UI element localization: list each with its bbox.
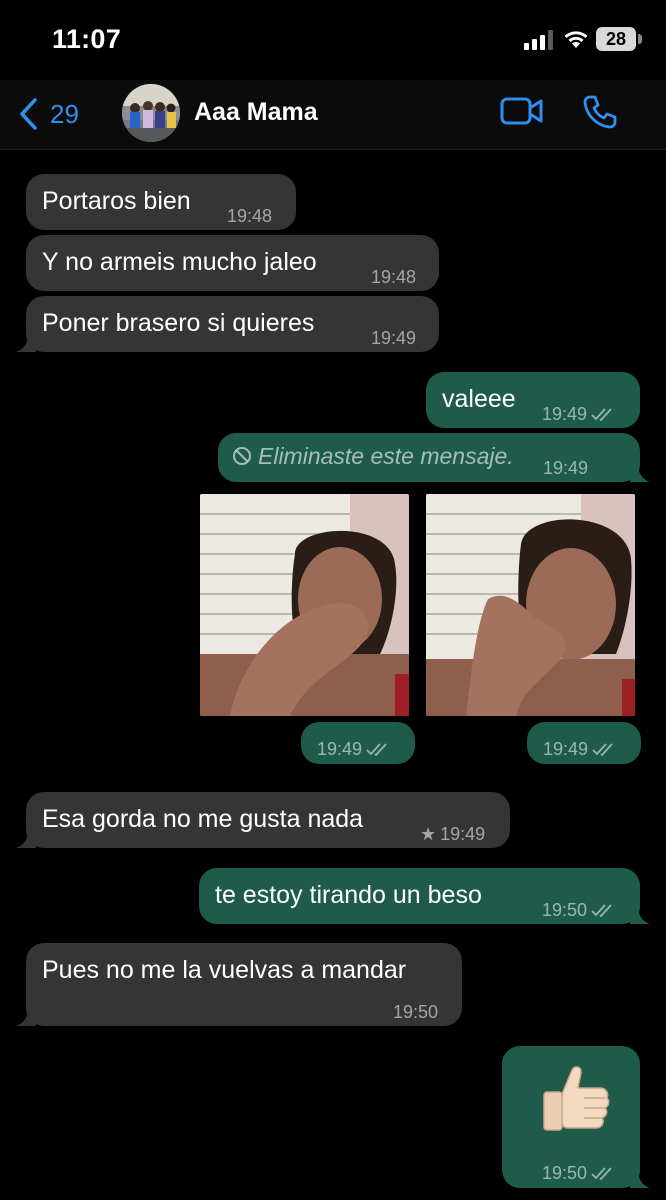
message-status: 19:49 bbox=[317, 734, 392, 764]
cell-signal-icon bbox=[524, 30, 553, 50]
video-call-button[interactable] bbox=[500, 96, 544, 131]
double-check-icon bbox=[592, 743, 613, 756]
thumbs-up-icon bbox=[543, 1066, 610, 1131]
unread-count: 29 bbox=[50, 98, 79, 129]
incoming-message[interactable]: Pues no me la vuelvas a mandar 19:50 bbox=[26, 943, 462, 1026]
contact-avatar[interactable] bbox=[122, 84, 180, 142]
message-text: Y no armeis mucho jaleo bbox=[42, 248, 317, 276]
chevron-left-icon bbox=[20, 98, 37, 130]
back-button[interactable]: 29 bbox=[18, 92, 79, 136]
message-time: 19:50 bbox=[542, 1163, 588, 1183]
message-status: ★ 19:49 bbox=[420, 819, 485, 849]
message-status: 19:50 bbox=[542, 1158, 617, 1188]
outgoing-message[interactable]: te estoy tirando un beso 19:50 bbox=[199, 868, 640, 924]
phone-icon bbox=[583, 95, 617, 129]
incoming-message[interactable]: Y no armeis mucho jaleo 19:48 bbox=[26, 235, 439, 291]
chat-header: 29 Aaa Mama bbox=[0, 80, 666, 150]
message-time: 19:49 bbox=[317, 739, 363, 759]
message-time: 19:48 bbox=[227, 206, 273, 226]
message-time: 19:49 bbox=[543, 739, 589, 759]
double-check-icon bbox=[366, 743, 387, 756]
message-time: 19:49 bbox=[440, 824, 486, 844]
wifi-icon bbox=[564, 31, 588, 48]
double-check-icon bbox=[591, 1167, 612, 1180]
double-check-icon bbox=[591, 408, 612, 421]
message-status: 19:49 bbox=[543, 734, 618, 764]
deleted-message-text: Eliminaste este mensaje. bbox=[232, 441, 514, 471]
voice-call-button[interactable] bbox=[582, 94, 618, 135]
status-time: 11:07 bbox=[52, 24, 122, 54]
message-time: 19:48 bbox=[371, 267, 417, 287]
incoming-message[interactable]: Portaros bien 19:48 bbox=[26, 174, 296, 230]
photo-image bbox=[200, 494, 409, 716]
incoming-message[interactable]: Esa gorda no me gusta nada ★ 19:49 bbox=[26, 792, 510, 848]
message-time: 19:49 bbox=[371, 328, 417, 348]
photo-time-bubble: 19:49 bbox=[301, 722, 415, 764]
message-text: Poner brasero si quieres bbox=[42, 309, 315, 337]
photo-message[interactable] bbox=[426, 494, 635, 716]
photo-message[interactable] bbox=[200, 494, 409, 716]
message-text: valeee bbox=[442, 385, 516, 413]
message-time: 19:50 bbox=[393, 1002, 439, 1022]
battery-tip bbox=[638, 34, 642, 44]
star-icon: ★ bbox=[420, 824, 437, 844]
message-status: 19:50 bbox=[542, 895, 617, 925]
double-check-icon bbox=[591, 904, 612, 917]
message-time: 19:49 bbox=[543, 458, 589, 478]
avatar-image bbox=[122, 84, 180, 142]
contact-name[interactable]: Aaa Mama bbox=[194, 98, 318, 127]
message-text: Eliminaste este mensaje. bbox=[258, 443, 514, 469]
photo-time-bubble: 19:49 bbox=[527, 722, 641, 764]
message-text: te estoy tirando un beso bbox=[215, 881, 482, 909]
photo-image bbox=[426, 494, 635, 716]
emoji-message[interactable]: 19:50 bbox=[502, 1046, 640, 1188]
video-camera-icon bbox=[500, 97, 543, 125]
incoming-message[interactable]: Poner brasero si quieres 19:49 bbox=[26, 296, 439, 352]
message-status: 19:49 bbox=[542, 399, 617, 429]
deleted-message[interactable]: Eliminaste este mensaje. 19:49 bbox=[218, 433, 640, 482]
message-time: 19:50 bbox=[542, 900, 588, 920]
status-bar: 11:07 28 bbox=[0, 0, 666, 80]
battery-indicator: 28 bbox=[596, 27, 636, 51]
message-time: 19:49 bbox=[542, 404, 588, 424]
message-text: Pues no me la vuelvas a mandar bbox=[42, 956, 407, 984]
outgoing-message[interactable]: valeee 19:49 bbox=[426, 372, 640, 428]
message-text: Portaros bien bbox=[42, 187, 191, 215]
prohibited-icon bbox=[233, 447, 251, 465]
message-text: Esa gorda no me gusta nada bbox=[42, 805, 364, 833]
